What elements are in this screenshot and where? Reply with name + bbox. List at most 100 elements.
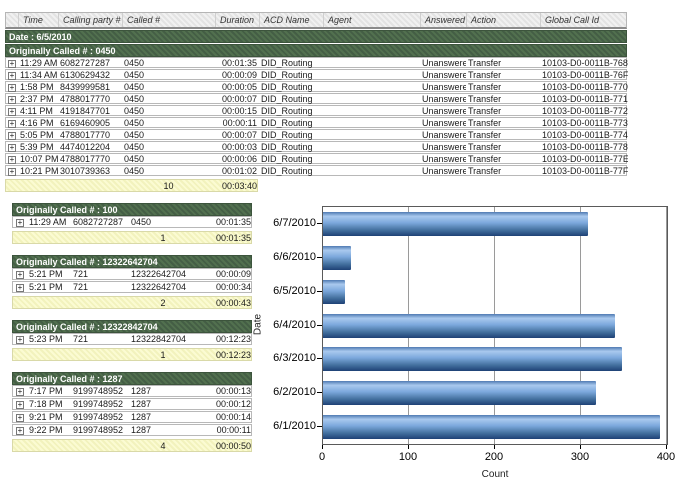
expand-row-icon[interactable]: +: [8, 168, 16, 176]
call-row: +5:21 PM7211232264270400:00:34: [12, 281, 252, 293]
cell-1: 3010739363: [58, 166, 122, 176]
count-bar: [323, 212, 588, 236]
column-header-action[interactable]: Action: [466, 13, 540, 27]
cell-3: 00:00:12: [197, 399, 253, 409]
expand-row-icon[interactable]: +: [8, 60, 16, 68]
cell-6: Unanswered: [420, 94, 466, 104]
expand-cell: +: [6, 106, 18, 116]
cell-3: 00:00:34: [197, 282, 253, 292]
cell-3: 00:00:07: [215, 130, 259, 140]
date-group-label: Date : 6/5/2010: [9, 32, 72, 42]
call-row: +7:18 PM9199748952128700:00:12: [12, 398, 252, 410]
y-tick-label: 6/2/2010: [258, 386, 316, 398]
cell-1: 4788017770: [58, 130, 122, 140]
cell-1: 9199748952: [71, 399, 129, 409]
cell-0: 9:21 PM: [27, 412, 71, 422]
summary-total: 00:00:43: [197, 298, 253, 308]
y-tick-mark: [317, 325, 322, 326]
call-row: +10:21 PM3010739363045000:01:02DID_Routi…: [5, 165, 627, 176]
cell-1: 4788017770: [58, 94, 122, 104]
cell-3: 00:00:14: [197, 412, 253, 422]
y-tick-mark: [317, 392, 322, 393]
cell-3: 00:01:02: [215, 166, 259, 176]
cell-3: 00:00:11: [215, 118, 259, 128]
expand-row-icon[interactable]: +: [8, 144, 16, 152]
cell-7: Transfer: [466, 118, 540, 128]
cell-0: 5:21 PM: [27, 269, 71, 279]
cell-2: 0450: [122, 94, 215, 104]
summary-total: 00:12:23: [197, 350, 253, 360]
expand-cell: +: [13, 386, 27, 396]
x-tick-mark: [494, 445, 495, 449]
column-header-answered[interactable]: Answered: [420, 13, 466, 27]
expand-cell: +: [13, 282, 27, 292]
cell-2: 0450: [122, 130, 215, 140]
cell-1: 6082727287: [58, 58, 122, 68]
expand-row-icon[interactable]: +: [8, 96, 16, 104]
group-header-band: Originally Called # : 1287: [12, 372, 252, 385]
expand-cell: +: [6, 142, 18, 152]
cell-2: 0450: [122, 82, 215, 92]
cell-2: 12322642704: [129, 269, 197, 279]
column-header-duration[interactable]: Duration: [215, 13, 259, 27]
cell-3: 00:00:06: [215, 154, 259, 164]
expand-row-icon[interactable]: +: [8, 156, 16, 164]
cell-8: 10103-D0-0011B-773: [540, 118, 628, 128]
x-tick-mark: [666, 445, 667, 449]
expand-row-icon[interactable]: +: [16, 336, 24, 344]
cell-3: 00:00:11: [197, 425, 253, 435]
expand-row-icon[interactable]: +: [16, 219, 24, 227]
expand-cell: +: [13, 334, 27, 344]
cell-8: 10103-D0-0011B-77E: [540, 154, 628, 164]
cell-3: 00:00:09: [197, 269, 253, 279]
column-header-called[interactable]: Called #: [122, 13, 215, 27]
group-summary-row: 100:12:23: [12, 348, 252, 361]
expand-row-icon[interactable]: +: [8, 108, 16, 116]
y-tick-label: 6/1/2010: [258, 420, 316, 432]
cell-2: 0450: [122, 154, 215, 164]
expand-row-icon[interactable]: +: [16, 284, 24, 292]
y-tick-label: 6/4/2010: [258, 319, 316, 331]
expand-row-icon[interactable]: +: [16, 401, 24, 409]
expand-row-icon[interactable]: +: [8, 132, 16, 140]
cell-3: 00:01:35: [215, 58, 259, 68]
expand-row-icon[interactable]: +: [16, 427, 24, 435]
cell-0: 5:39 PM: [18, 142, 58, 152]
cell-1: 9199748952: [71, 425, 129, 435]
group-header-band: Originally Called # : 100: [12, 203, 252, 216]
cell-4: DID_Routing: [259, 94, 323, 104]
cell-0: 1:58 PM: [18, 82, 58, 92]
column-header-global[interactable]: Global Call Id: [540, 13, 628, 27]
y-tick-mark: [317, 426, 322, 427]
expand-row-icon[interactable]: +: [8, 84, 16, 92]
cell-1: 6130629432: [58, 70, 122, 80]
count-bar: [323, 314, 615, 338]
cell-4: DID_Routing: [259, 70, 323, 80]
grouped-call-tables: Originally Called # : 100+11:29 AM608272…: [12, 202, 252, 463]
expand-row-icon[interactable]: +: [8, 72, 16, 80]
cell-4: DID_Routing: [259, 58, 323, 68]
x-tick-label: 100: [388, 451, 428, 463]
call-row: +1:58 PM8439999581045000:00:05DID_Routin…: [5, 81, 627, 92]
column-header-acd[interactable]: ACD Name: [259, 13, 323, 27]
expand-row-icon[interactable]: +: [16, 414, 24, 422]
column-header-time[interactable]: Time: [18, 13, 58, 27]
expand-row-icon[interactable]: +: [8, 120, 16, 128]
y-tick-label: 6/5/2010: [258, 285, 316, 297]
expand-row-icon[interactable]: +: [16, 388, 24, 396]
cell-1: 6169460905: [58, 118, 122, 128]
column-header-agent[interactable]: Agent: [323, 13, 420, 27]
chart-plot-area: [322, 206, 668, 445]
cell-8: 10103-D0-0011B-768: [540, 58, 628, 68]
call-row: +4:11 PM4191847701045000:00:15DID_Routin…: [5, 105, 627, 116]
column-header-calling[interactable]: Calling party #: [58, 13, 122, 27]
called-number-group: Originally Called # : 100+11:29 AM608272…: [12, 203, 252, 244]
summary-count: 1: [129, 350, 197, 360]
cell-8: 10103-D0-0011B-770: [540, 82, 628, 92]
expand-row-icon[interactable]: +: [16, 271, 24, 279]
cell-8: 10103-D0-0011B-77F: [540, 166, 628, 176]
cell-3: 00:00:07: [215, 94, 259, 104]
cell-6: Unanswered: [420, 154, 466, 164]
cell-2: 0450: [122, 106, 215, 116]
cell-3: 00:00:13: [197, 386, 253, 396]
